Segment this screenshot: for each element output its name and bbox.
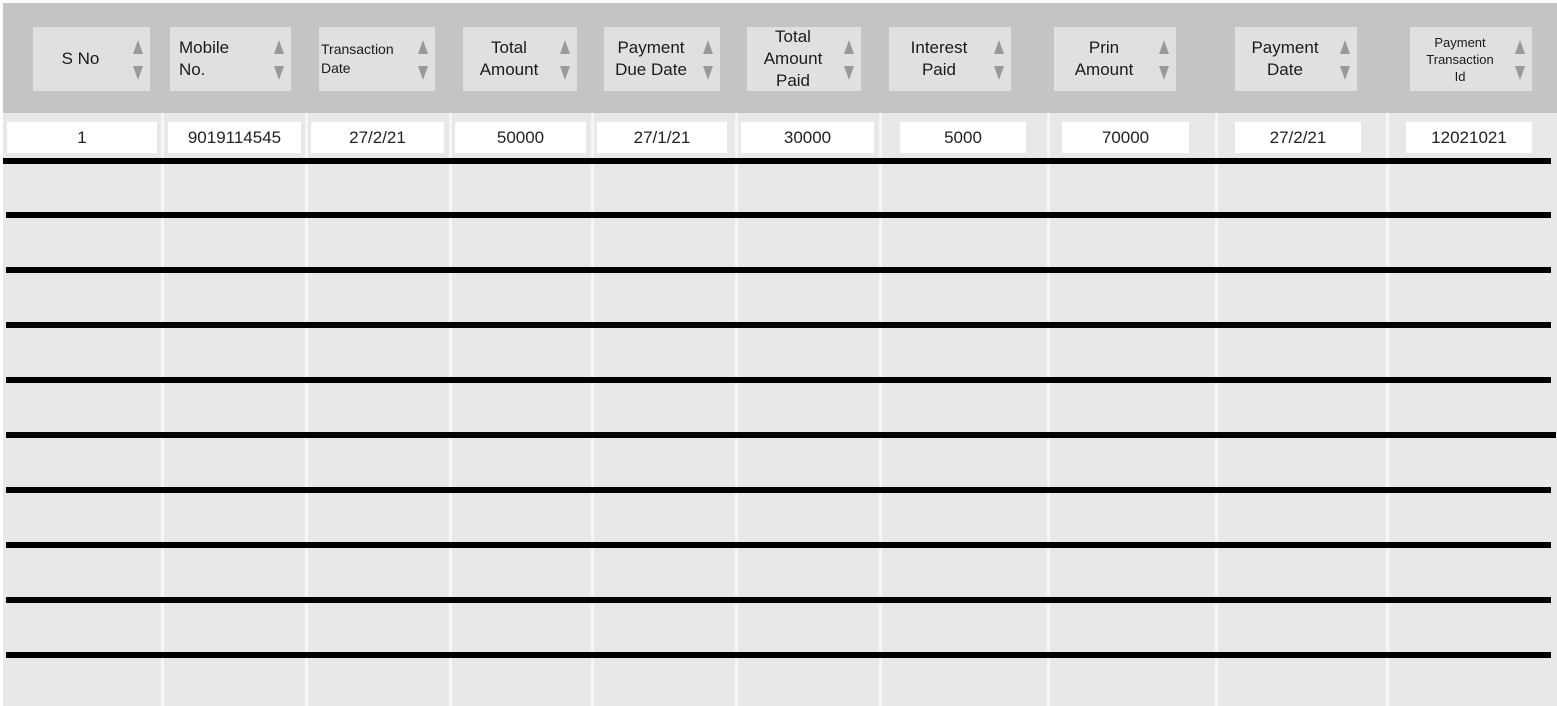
cell-mobile-no[interactable]: 9019114545 <box>168 122 301 153</box>
column-header-label: Payment Date <box>1251 38 1319 79</box>
column-separator <box>735 113 738 706</box>
column-separator <box>305 113 308 706</box>
column-header-prin-amount[interactable]: Prin Amount <box>1054 27 1176 91</box>
column-header-payment-date[interactable]: Payment Date <box>1235 27 1357 91</box>
sort-up-down-icon[interactable] <box>273 40 285 80</box>
cell-total-amount[interactable]: 50000 <box>455 122 586 153</box>
row-divider <box>3 158 1551 164</box>
cell-transaction-date[interactable]: 27/2/21 <box>311 122 444 153</box>
cell-payment-transaction-id[interactable]: 12021021 <box>1406 122 1532 153</box>
column-separator <box>161 113 164 706</box>
cell-prin-amount[interactable]: 70000 <box>1062 122 1189 153</box>
column-header-label: Total Amount <box>479 38 539 79</box>
sort-up-down-icon[interactable] <box>1514 40 1526 80</box>
column-header-total-amount[interactable]: Total Amount <box>463 27 577 91</box>
column-header-label: Total Amount Paid <box>763 27 823 90</box>
column-header-label: Mobile No. <box>179 38 230 79</box>
column-header-label: Interest Paid <box>910 38 968 79</box>
row-divider <box>6 267 1551 273</box>
column-separator <box>879 113 882 706</box>
sort-up-down-icon[interactable] <box>132 40 144 80</box>
column-header-label: S No <box>61 49 100 68</box>
cell-total-amount-paid[interactable]: 30000 <box>741 122 874 153</box>
column-separator <box>1047 113 1050 706</box>
row-divider <box>6 212 1551 218</box>
sort-up-down-icon[interactable] <box>702 40 714 80</box>
sort-up-down-icon[interactable] <box>1339 40 1351 80</box>
column-header-payment-transaction-id[interactable]: Payment Transaction Id <box>1410 27 1532 91</box>
column-header-mobile-no[interactable]: Mobile No. <box>170 27 291 91</box>
row-divider <box>6 432 1556 438</box>
column-separator <box>1215 113 1218 706</box>
column-header-label: Payment Due Date <box>615 38 687 79</box>
row-divider <box>6 377 1551 383</box>
sort-up-down-icon[interactable] <box>993 40 1005 80</box>
sort-up-down-icon[interactable] <box>843 40 855 80</box>
column-separator <box>449 113 452 706</box>
column-header-total-amount-paid[interactable]: Total Amount Paid <box>747 27 861 91</box>
sort-up-down-icon[interactable] <box>417 40 429 80</box>
cell-s-no[interactable]: 1 <box>7 122 157 153</box>
column-header-s-no[interactable]: S No <box>33 27 150 91</box>
row-divider <box>6 652 1551 658</box>
data-table: S No Mobile No. Transaction Date Total A… <box>0 0 1557 706</box>
column-header-interest-paid[interactable]: Interest Paid <box>889 27 1011 91</box>
column-separator <box>1386 113 1389 706</box>
column-header-label: Transaction Date <box>321 41 394 76</box>
cell-payment-date[interactable]: 27/2/21 <box>1235 122 1361 153</box>
row-divider <box>6 322 1551 328</box>
sort-up-down-icon[interactable] <box>1158 40 1170 80</box>
sort-up-down-icon[interactable] <box>559 40 571 80</box>
column-header-payment-due-date[interactable]: Payment Due Date <box>604 27 720 91</box>
column-header-transaction-date[interactable]: Transaction Date <box>319 27 435 91</box>
table-body <box>3 113 1557 706</box>
cell-interest-paid[interactable]: 5000 <box>900 122 1026 153</box>
row-divider <box>6 542 1551 548</box>
row-divider <box>6 597 1551 603</box>
row-divider <box>6 487 1551 493</box>
column-separator <box>591 113 594 706</box>
column-header-label: Prin Amount <box>1074 38 1134 79</box>
cell-payment-due-date[interactable]: 27/1/21 <box>597 122 727 153</box>
column-header-label: Payment Transaction Id <box>1426 34 1494 84</box>
